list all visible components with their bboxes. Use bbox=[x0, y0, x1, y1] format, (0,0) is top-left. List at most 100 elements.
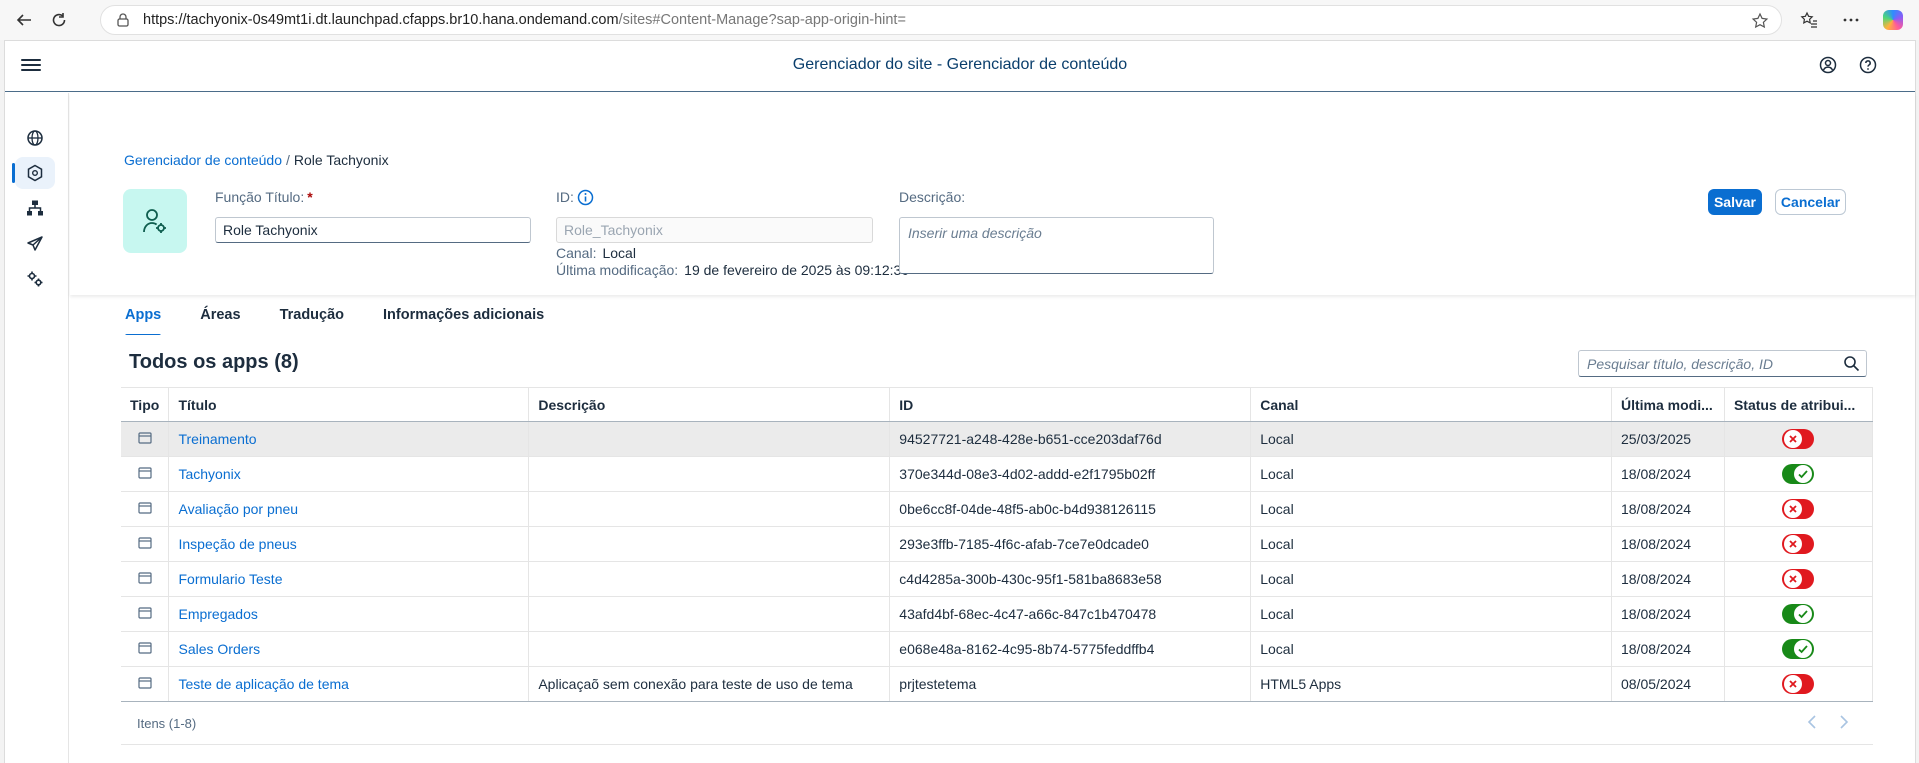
app-title-link[interactable]: Sales Orders bbox=[178, 641, 260, 657]
tab-translation[interactable]: Tradução bbox=[280, 307, 344, 337]
description-cell bbox=[528, 526, 891, 562]
app-title-link[interactable]: Teste de aplicação de tema bbox=[178, 676, 348, 692]
search-icon[interactable] bbox=[1843, 355, 1860, 375]
table-row[interactable]: Sales Orders e068e48a-8162-4c95-8b74-5775… bbox=[121, 631, 1874, 667]
assignment-switch[interactable] bbox=[1782, 499, 1815, 519]
table-row[interactable]: Avaliação por pneu 0be6cc8f-04de-48f5-ab0… bbox=[121, 491, 1874, 527]
breadcrumb-separator: / bbox=[286, 152, 290, 168]
copilot-button[interactable] bbox=[1879, 6, 1907, 34]
column-header-type[interactable]: Tipo bbox=[121, 387, 170, 422]
prev-page-icon[interactable] bbox=[1807, 715, 1817, 732]
favorites-button[interactable] bbox=[1795, 6, 1823, 34]
save-button[interactable]: Salvar bbox=[1708, 189, 1762, 215]
cross-icon bbox=[1784, 570, 1803, 588]
app-title-link[interactable]: Inspeção de pneus bbox=[178, 536, 296, 552]
assignment-switch[interactable] bbox=[1782, 674, 1815, 694]
role-title-input[interactable]: Role Tachyonix bbox=[215, 217, 531, 243]
sidenav-item-settings[interactable] bbox=[15, 263, 55, 295]
status-cell bbox=[1724, 421, 1874, 457]
back-arrow-icon bbox=[16, 14, 31, 26]
id-cell: prjtestetema bbox=[889, 666, 1252, 702]
assignment-switch[interactable] bbox=[1782, 464, 1815, 484]
sidenav-item-sites[interactable] bbox=[15, 122, 55, 154]
settings-gears-icon bbox=[27, 271, 43, 287]
app-title-link[interactable]: Treinamento bbox=[178, 431, 256, 447]
assignment-switch[interactable] bbox=[1782, 639, 1815, 659]
app-title-link[interactable]: Formulario Teste bbox=[178, 571, 282, 587]
items-count: Itens (1-8) bbox=[137, 715, 197, 731]
column-header-title[interactable]: Título bbox=[168, 387, 530, 422]
app-tile-icon bbox=[138, 466, 152, 482]
cancel-button[interactable]: Cancelar bbox=[1775, 189, 1846, 215]
sidenav-item-content[interactable] bbox=[12, 157, 55, 189]
cross-icon bbox=[1784, 675, 1803, 693]
status-cell bbox=[1724, 561, 1874, 597]
column-header-description[interactable]: Descrição bbox=[528, 387, 891, 422]
id-field-label: ID: bbox=[556, 189, 574, 205]
assignment-switch[interactable] bbox=[1782, 429, 1815, 449]
description-textarea[interactable]: Inserir uma descrição bbox=[899, 217, 1214, 274]
type-cell bbox=[121, 421, 170, 457]
help-button[interactable] bbox=[1857, 54, 1879, 76]
tab-additional-info[interactable]: Informações adicionais bbox=[383, 307, 544, 337]
table-row[interactable]: Teste de aplicação de tema Aplicaçaõ sem … bbox=[121, 666, 1874, 702]
modified-cell: 08/05/2024 bbox=[1611, 666, 1725, 702]
description-cell bbox=[528, 491, 891, 527]
send-plane-icon bbox=[27, 236, 43, 251]
app-tile-icon bbox=[138, 501, 152, 517]
modified-cell: 18/08/2024 bbox=[1611, 491, 1725, 527]
title-cell: Empregados bbox=[168, 596, 530, 632]
modified-value: 19 de fevereiro de 2025 às 09:12:30 bbox=[684, 262, 910, 278]
column-header-channel[interactable]: Canal bbox=[1250, 387, 1612, 422]
table-row[interactable]: Inspeção de pneus 293e3ffb-7185-4f6c-afab… bbox=[121, 526, 1874, 562]
channel-cell: Local bbox=[1250, 491, 1612, 527]
tab-apps[interactable]: Apps bbox=[125, 307, 162, 337]
table-row[interactable]: Tachyonix 370e344d-08e3-4d02-addd-e2f1795… bbox=[121, 456, 1874, 492]
sidenav-item-providers[interactable] bbox=[15, 192, 55, 224]
user-profile-button[interactable] bbox=[1817, 54, 1839, 76]
column-header-last-modified[interactable]: Última modi... bbox=[1611, 387, 1725, 422]
table-row[interactable]: Formulario Teste c4d4285a-300b-430c-95f1-… bbox=[121, 561, 1874, 597]
channel-cell: Local bbox=[1250, 526, 1612, 562]
sidenav-item-deploy[interactable] bbox=[15, 228, 55, 260]
favorite-star-icon[interactable] bbox=[1751, 12, 1769, 34]
site-info-icon[interactable] bbox=[115, 12, 131, 28]
address-bar[interactable]: https://tachyonix-0s49mt1i.dt.launchpad.… bbox=[100, 5, 1782, 35]
status-cell bbox=[1724, 526, 1874, 562]
breadcrumb-current: Role Tachyonix bbox=[293, 152, 389, 168]
description-field-label: Descrição: bbox=[899, 189, 966, 205]
table-row[interactable]: Empregados 43afd4bf-68ec-4c47-a66c-847c1b… bbox=[121, 596, 1874, 632]
reload-button[interactable] bbox=[41, 2, 77, 38]
table-row[interactable]: Treinamento 94527721-a248-428e-b651-cce20… bbox=[121, 421, 1874, 457]
search-input[interactable]: Pesquisar título, descrição, ID bbox=[1578, 350, 1867, 377]
id-cell: e068e48a-8162-4c95-8b74-5775feddffb4 bbox=[889, 631, 1252, 667]
assignment-switch[interactable] bbox=[1782, 604, 1815, 624]
breadcrumb-link-content-manager[interactable]: Gerenciador de conteúdo bbox=[124, 152, 282, 168]
info-icon[interactable] bbox=[577, 189, 594, 209]
app-title-link[interactable]: Tachyonix bbox=[178, 466, 240, 482]
title-cell: Treinamento bbox=[168, 421, 530, 457]
assignment-switch[interactable] bbox=[1782, 569, 1815, 589]
globe-icon bbox=[27, 130, 43, 146]
assignment-switch[interactable] bbox=[1782, 534, 1815, 554]
app-tile-icon bbox=[138, 641, 152, 657]
title-field-label: Função Título: * bbox=[215, 189, 313, 205]
tab-areas[interactable]: Áreas bbox=[200, 307, 240, 337]
type-cell bbox=[121, 666, 170, 702]
id-cell: 94527721-a248-428e-b651-cce203daf76d bbox=[889, 421, 1252, 457]
table-header-row: Tipo Título Descrição ID Canal Última mo… bbox=[121, 387, 1874, 422]
app-title-link[interactable]: Avaliação por pneu bbox=[178, 501, 298, 517]
app-title-link[interactable]: Empregados bbox=[178, 606, 257, 622]
apps-table: Tipo Título Descrição ID Canal Última mo… bbox=[121, 387, 1874, 702]
check-icon bbox=[1794, 605, 1813, 623]
channel-cell: Local bbox=[1250, 631, 1612, 667]
shell-title: Gerenciador do site - Gerenciador de con… bbox=[792, 56, 1128, 73]
next-page-icon[interactable] bbox=[1839, 715, 1849, 732]
cross-icon bbox=[1784, 430, 1803, 448]
column-header-assignment-status[interactable]: Status de atribui... bbox=[1724, 387, 1874, 422]
back-button[interactable] bbox=[6, 2, 42, 38]
browser-menu-button[interactable] bbox=[1837, 6, 1865, 34]
column-header-id[interactable]: ID bbox=[889, 387, 1252, 422]
title-cell: Sales Orders bbox=[168, 631, 530, 667]
status-cell bbox=[1724, 596, 1874, 632]
